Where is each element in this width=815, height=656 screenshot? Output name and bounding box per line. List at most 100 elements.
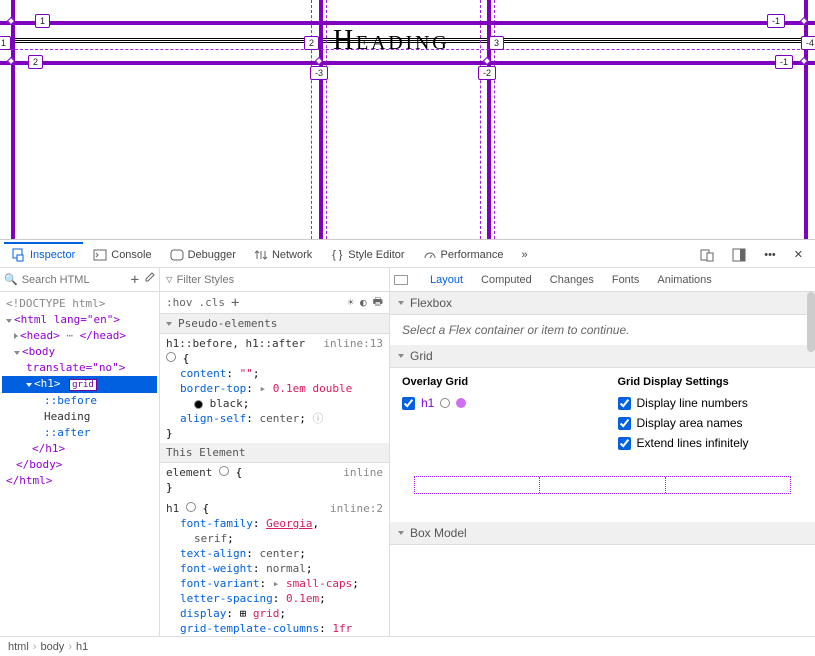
dom-node[interactable]: <head> ⋯ </head> <box>2 328 157 344</box>
tab-style-editor[interactable]: { }Style Editor <box>322 242 412 266</box>
tab-inspector[interactable]: Inspector <box>4 242 83 266</box>
grid-icon: ⊞ <box>240 607 247 620</box>
inspector-icon <box>12 248 26 262</box>
layout-body: Flexbox Select a Flex container or item … <box>390 292 815 636</box>
grid-label: -3 <box>310 66 328 80</box>
tab-label: Network <box>272 249 312 261</box>
chevron-right-icon: › <box>33 641 37 653</box>
gear-icon[interactable] <box>166 352 176 362</box>
devtools-panels: 🔍 + <!DOCTYPE html> <html lang="en"> <he… <box>0 268 815 636</box>
dom-tree[interactable]: <!DOCTYPE html> <html lang="en"> <head> … <box>0 292 159 636</box>
add-rule-icon[interactable]: + <box>231 295 239 311</box>
grid-label: -2 <box>478 66 496 80</box>
rule-list[interactable]: element {inline } h1 {inline:2 font-fami… <box>160 463 389 636</box>
extend-lines-checkbox[interactable] <box>618 437 631 450</box>
flexbox-message: Select a Flex container or item to conti… <box>390 315 815 345</box>
dom-node[interactable]: </html> <box>2 473 157 489</box>
gear-icon[interactable] <box>186 502 196 512</box>
grid-label: 3 <box>489 36 504 50</box>
rules-toolbar: :hov .cls + ☀ ◐ 🖶 <box>160 292 389 314</box>
grid-label: 2 <box>28 55 43 69</box>
grid-label: 1 <box>35 14 50 28</box>
grid-label: 2 <box>304 36 319 50</box>
grid-settings: Overlay Grid h1 Grid Display Settings Di… <box>390 368 815 522</box>
pane-toggle-icon[interactable] <box>394 275 408 285</box>
light-scheme-icon[interactable]: ☀ <box>347 296 354 309</box>
tab-layout[interactable]: Layout <box>428 270 465 290</box>
color-swatch[interactable] <box>194 400 203 409</box>
grid-badge[interactable]: grid <box>69 379 97 391</box>
dock-mode-icon[interactable] <box>724 242 754 266</box>
gear-icon[interactable] <box>440 398 450 408</box>
tab-performance[interactable]: Performance <box>415 242 512 266</box>
more-icon[interactable]: ••• <box>756 243 784 265</box>
tab-label: Inspector <box>30 249 75 261</box>
network-icon <box>254 248 268 262</box>
this-element-section: This Element <box>160 443 389 463</box>
grid-line-v <box>11 0 15 239</box>
eyedropper-icon[interactable] <box>143 272 155 287</box>
dom-node-selected[interactable]: <h1> grid <box>2 376 157 393</box>
tab-fonts[interactable]: Fonts <box>610 270 642 290</box>
line-numbers-checkbox[interactable] <box>618 397 631 410</box>
hov-toggle[interactable]: :hov <box>166 296 193 309</box>
tab-label: Debugger <box>188 249 236 261</box>
add-node-icon[interactable]: + <box>131 272 139 288</box>
info-icon[interactable]: ⓘ <box>312 412 323 425</box>
grid-overlay-item[interactable]: h1 <box>402 396 588 410</box>
responsive-mode-icon[interactable] <box>692 242 722 266</box>
breadcrumb-item[interactable]: h1 <box>74 641 90 653</box>
flexbox-accordion[interactable]: Flexbox <box>390 292 815 315</box>
rules-search-bar: ▽ <box>160 268 389 292</box>
dom-node[interactable]: ::before <box>2 393 157 409</box>
dom-search-input[interactable] <box>22 274 127 286</box>
grid-label: -1 <box>767 14 785 28</box>
grid-label: 1 <box>0 36 11 50</box>
close-devtools-icon[interactable]: ✕ <box>786 242 811 265</box>
grid-line-v <box>480 0 481 239</box>
dom-node[interactable]: <html lang="en"> <box>2 312 157 328</box>
dom-node[interactable]: ::after <box>2 425 157 441</box>
breadcrumb-item[interactable]: html <box>6 641 31 653</box>
gear-icon[interactable] <box>219 466 229 476</box>
filter-styles-input[interactable] <box>177 274 383 286</box>
tab-computed[interactable]: Computed <box>479 270 534 290</box>
area-names-checkbox[interactable] <box>618 417 631 430</box>
dom-node[interactable]: </h1> <box>2 441 157 457</box>
dom-node[interactable]: <!DOCTYPE html> <box>2 296 157 312</box>
breadcrumbs: html › body › h1 <box>0 636 815 656</box>
tab-debugger[interactable]: Debugger <box>162 242 244 266</box>
overlay-grid-heading: Overlay Grid <box>402 376 588 388</box>
sidebar-tabs: Layout Computed Changes Fonts Animations <box>390 268 815 292</box>
grid-line-h <box>0 21 815 25</box>
checkbox-label: Extend lines infinitely <box>637 436 749 450</box>
page-viewport: Heading 1 -1 1 -4 2 -1 2 -3 3 -2 <box>0 0 815 240</box>
checkbox-label: Display area names <box>637 416 743 430</box>
tab-network[interactable]: Network <box>246 242 320 266</box>
pseudo-section[interactable]: Pseudo-elements <box>160 314 389 334</box>
dom-node[interactable]: <body <box>2 344 157 360</box>
h1-grid-checkbox[interactable] <box>402 397 415 410</box>
grid-line-v <box>319 0 323 239</box>
dom-node[interactable]: </body> <box>2 457 157 473</box>
rules-panel: ▽ :hov .cls + ☀ ◐ 🖶 Pseudo-elements h1::… <box>160 268 390 636</box>
dom-node[interactable]: translate="no"> <box>2 360 157 376</box>
grid-accordion[interactable]: Grid <box>390 345 815 368</box>
dark-scheme-icon[interactable]: ◐ <box>360 296 367 309</box>
breadcrumb-item[interactable]: body <box>38 641 66 653</box>
dom-panel: 🔍 + <!DOCTYPE html> <html lang="en"> <he… <box>0 268 160 636</box>
cls-toggle[interactable]: .cls <box>199 296 226 309</box>
tab-animations[interactable]: Animations <box>655 270 713 290</box>
color-dot[interactable] <box>456 398 466 408</box>
tab-label: Console <box>111 249 151 261</box>
grid-display-heading: Grid Display Settings <box>618 376 804 388</box>
rule-block[interactable]: h1::before, h1::afterinline:13 { content… <box>160 334 389 443</box>
tabs-overflow[interactable]: » <box>514 243 536 265</box>
tab-console[interactable]: Console <box>85 242 159 266</box>
print-icon[interactable]: 🖶 <box>373 293 383 312</box>
box-model-accordion[interactable]: Box Model <box>390 522 815 545</box>
dom-node[interactable]: Heading <box>2 409 157 425</box>
tab-changes[interactable]: Changes <box>548 270 596 290</box>
chevron-right-icon: › <box>68 641 72 653</box>
scrollbar[interactable] <box>807 292 815 352</box>
